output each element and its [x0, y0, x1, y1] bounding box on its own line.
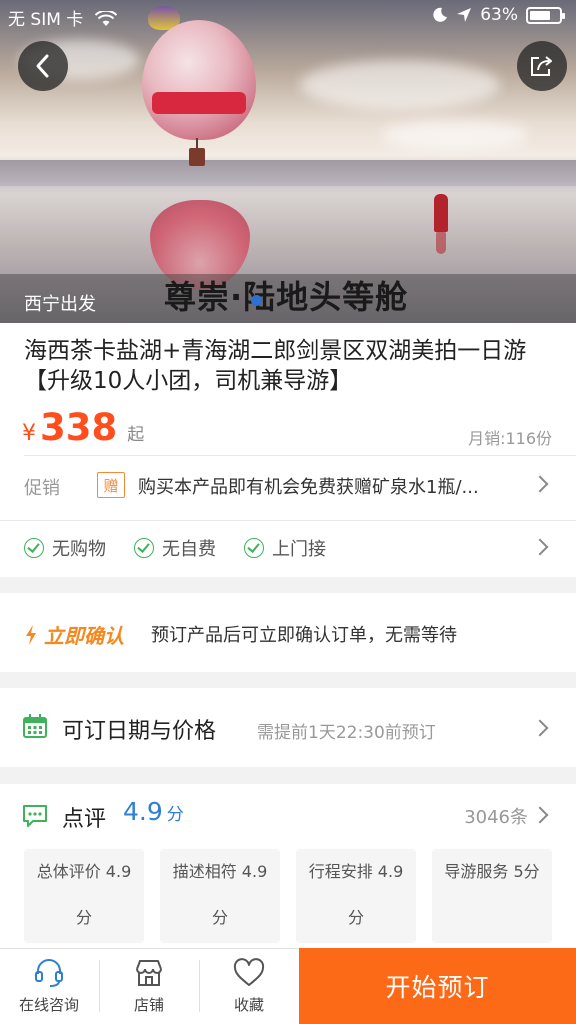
tile-line: 分 [211, 908, 228, 927]
tab-label: 店铺 [133, 995, 164, 1014]
wifi-icon [94, 9, 117, 26]
product-title: 海西茶卡盐湖+青海湖二郎剑景区双湖美拍一日游【升级10人小团，司机兼导游】 [24, 338, 527, 394]
tile-line: 描述相符 4.9 [172, 862, 268, 881]
horizon [0, 160, 576, 186]
review-score-value: 4.9 [123, 797, 163, 826]
location-arrow-icon [457, 8, 472, 22]
tile-line: 导游服务 5分 [444, 862, 540, 881]
price-row: ¥ 338 起 [22, 406, 144, 449]
feature-pickup: 上门接 [244, 535, 326, 561]
review-tile-itinerary: 行程安排 4.9 分 [296, 849, 416, 943]
price-suffix: 起 [127, 425, 145, 445]
tab-label: 收藏 [233, 995, 264, 1014]
feature-label: 无购物 [52, 539, 106, 560]
person-reflection [436, 232, 446, 254]
back-button[interactable] [18, 41, 68, 91]
hot-air-balloon [142, 20, 256, 140]
calendar-icon [23, 714, 47, 738]
status-left: 无 SIM 卡 [8, 5, 117, 30]
battery-percent: 63% [480, 5, 518, 25]
tab-online-consult[interactable]: 在线咨询 [0, 948, 98, 1024]
share-button[interactable] [517, 41, 567, 91]
review-score-unit: 分 [166, 805, 184, 825]
currency-symbol: ¥ [22, 421, 36, 446]
review-tile-guide: 导游服务 5分 [432, 849, 552, 943]
cloud-shape [300, 60, 500, 110]
confirm-description: 预订产品后可立即确认订单，无需等待 [151, 625, 457, 646]
carousel-dot[interactable] [251, 295, 262, 306]
status-bar: 无 SIM 卡 63% [0, 0, 576, 32]
tab-favorite[interactable]: 收藏 [200, 948, 298, 1024]
lightning-icon [26, 624, 36, 645]
feature-label: 无自费 [162, 539, 216, 560]
monthly-sales: 月销:116份 [468, 429, 552, 448]
hero-tagline: 尊崇·陆地头等舱 [164, 278, 409, 316]
tab-label: 在线咨询 [18, 995, 79, 1014]
instant-confirm-label: 立即确认 [24, 620, 124, 649]
promo-label: 促销 [24, 478, 60, 499]
heart-icon [233, 957, 265, 986]
price-value: 338 [40, 406, 118, 449]
balloon-band [152, 92, 246, 114]
tile-line: 行程安排 4.9 [308, 862, 404, 881]
check-circle-icon [24, 538, 44, 558]
review-tile-overall: 总体评价 4.9 分 [24, 849, 144, 943]
departure-label: 西宁出发 [24, 294, 96, 315]
tab-store[interactable]: 店铺 [100, 948, 198, 1024]
tile-line: 分 [75, 908, 92, 927]
feature-label: 上门接 [272, 539, 326, 560]
start-booking-button[interactable]: 开始预订 [299, 948, 576, 1024]
comment-icon [23, 805, 47, 827]
person-figure [434, 194, 448, 232]
review-count[interactable]: 3046条 [464, 803, 528, 829]
promo-text[interactable]: 购买本产品即有机会免费获赠矿泉水1瓶/... [138, 473, 522, 499]
review-tile-description: 描述相符 4.9 分 [160, 849, 280, 943]
check-circle-icon [134, 538, 154, 558]
confirm-label-text: 立即确认 [44, 624, 124, 648]
alarm-icon [433, 7, 448, 22]
gift-badge: 赠 [97, 472, 125, 498]
share-icon [531, 56, 552, 76]
carrier-text: 无 SIM 卡 [8, 10, 84, 30]
dates-note: 需提前1天22:30前预订 [257, 723, 436, 743]
dates-title: 可订日期与价格 [62, 719, 217, 744]
check-circle-icon [244, 538, 264, 558]
tile-line: 分 [347, 908, 364, 927]
back-icon [36, 54, 49, 78]
tile-line: 总体评价 4.9 [36, 862, 132, 881]
review-title: 点评 [62, 807, 107, 832]
balloon-basket [189, 148, 205, 166]
status-right: 63% [432, 5, 565, 25]
feature-no-self-pay: 无自费 [134, 535, 216, 561]
battery-icon [526, 6, 565, 24]
feature-no-shopping: 无购物 [24, 535, 106, 561]
review-score: 4.9 分 [123, 797, 184, 826]
cloud-shape [380, 120, 530, 150]
battery-fill [530, 10, 551, 20]
divider [24, 455, 576, 456]
headset-icon [35, 958, 63, 987]
store-icon [136, 959, 162, 986]
